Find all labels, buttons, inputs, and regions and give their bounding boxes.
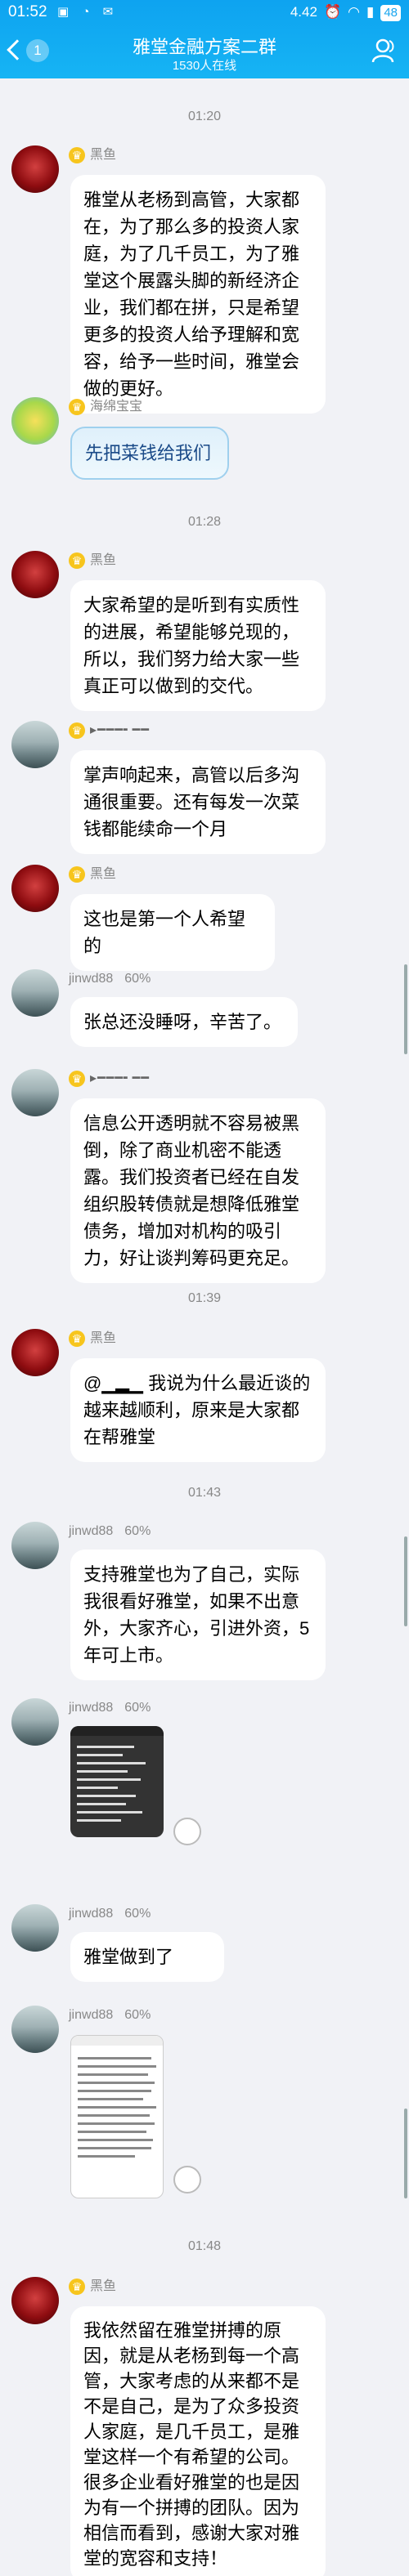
- sender-name: ♛ 黑鱼: [69, 147, 116, 163]
- message-bubble[interactable]: 支持雅堂也为了自己，实际我很看好雅堂，如果不出意外，大家齐心，引进外资，5年可上…: [70, 1550, 326, 1680]
- battery-icon: 48: [380, 4, 401, 21]
- message-bubble[interactable]: 张总还没睡呀，辛苦了。: [70, 997, 298, 1047]
- chat-title: 雅堂金融方案二群: [132, 37, 276, 57]
- emoji-reaction-icon[interactable]: [173, 1818, 201, 1845]
- crown-icon: ♛: [69, 147, 85, 163]
- sender-name: ♛ 黑鱼: [69, 552, 116, 569]
- sender-name: ♛ ▸━━━╸━━: [69, 722, 150, 739]
- alarm-icon: ⏰: [323, 4, 342, 20]
- avatar[interactable]: [11, 865, 59, 912]
- avatar[interactable]: [11, 2006, 59, 2053]
- avatar[interactable]: [11, 1329, 59, 1376]
- sender-name: ♛ 黑鱼: [69, 1330, 116, 1347]
- online-count: 1530人在线: [172, 59, 237, 73]
- crown-icon: ♛: [69, 866, 85, 883]
- timestamp: 01:28: [187, 515, 222, 529]
- crown-icon: ♛: [69, 552, 85, 569]
- status-notification-icons: ▣ ◔ ✉: [57, 5, 119, 19]
- sender-name: jinwd88 60%: [69, 1701, 151, 1715]
- avatar[interactable]: [11, 1069, 59, 1116]
- wifi-icon: ◠: [348, 4, 360, 20]
- top-bar: 01:52 ▣ ◔ ✉ 4.42 ⏰ ◠ ▮ 48 1 雅堂金融方案二群 1530人在线: [0, 0, 409, 78]
- timestamp: 01:43: [187, 1486, 222, 1500]
- message-bubble[interactable]: 先把菜钱给我们: [70, 427, 229, 480]
- crown-icon: ♛: [69, 1071, 85, 1087]
- message-bubble[interactable]: 掌声响起来，高管以后多沟通很重要。还有每发一次菜钱都能续命一个月: [70, 750, 326, 854]
- crown-icon: ♛: [69, 1330, 85, 1347]
- scrollbar[interactable]: [404, 1536, 407, 1626]
- avatar[interactable]: [11, 551, 59, 598]
- avatar[interactable]: [11, 397, 59, 445]
- avatar[interactable]: [11, 721, 59, 768]
- message-bubble[interactable]: @▁▂▁ 我说为什么最近谈的越来越顺利，原来是大家都在帮雅堂: [70, 1358, 326, 1462]
- avatar[interactable]: [11, 1904, 59, 1952]
- sender-name: jinwd88 60%: [69, 2008, 151, 2022]
- avatar[interactable]: [11, 1522, 59, 1569]
- sender-name: ♛ 海绵宝宝: [69, 399, 142, 415]
- timestamp: 01:48: [187, 2239, 222, 2253]
- crown-icon: ♛: [69, 2279, 85, 2295]
- sender-name: jinwd88 60%: [69, 1907, 151, 1921]
- avatar[interactable]: [11, 969, 59, 1017]
- message-bubble[interactable]: 我依然留在雅堂拼搏的原因，就是从老杨到每一个高管，大家考虑的从来都不是不是自己，…: [70, 2306, 326, 2576]
- image-message[interactable]: [70, 1726, 164, 1837]
- timestamp: 01:39: [187, 1291, 222, 1305]
- image-message[interactable]: [70, 2035, 164, 2198]
- emoji-reaction-icon[interactable]: [173, 2166, 201, 2194]
- crown-icon: ♛: [69, 399, 85, 415]
- message-bubble[interactable]: 雅堂从老杨到高管，大家都在，为了那么多的投资人家庭，为了几千员工，为了雅堂这个展…: [70, 175, 326, 414]
- scrollbar[interactable]: [404, 2109, 407, 2198]
- status-time: 01:52: [8, 3, 47, 20]
- sender-name: ♛ 黑鱼: [69, 866, 116, 883]
- avatar[interactable]: [11, 2277, 59, 2324]
- message-bubble[interactable]: 雅堂做到了: [70, 1932, 224, 1982]
- avatar[interactable]: [11, 1698, 59, 1746]
- avatar[interactable]: [11, 145, 59, 193]
- crown-icon: ♛: [69, 722, 85, 739]
- signal-icon: ▮: [366, 4, 375, 20]
- timestamp: 01:20: [187, 110, 222, 123]
- message-bubble[interactable]: 信息公开透明就不容易被黑倒，除了商业机密不能透露。我们投资者已经在自发组织股转债…: [70, 1098, 326, 1283]
- sender-name: jinwd88 60%: [69, 972, 151, 986]
- network-speed: 4.42: [290, 4, 317, 20]
- sender-name: ♛ ▸━━━╸━━: [69, 1071, 150, 1087]
- group-members-icon[interactable]: [370, 36, 399, 65]
- message-bubble[interactable]: 大家希望的是听到有实质性的进展，希望能够兑现的，所以，我们努力给大家一些真正可以…: [70, 580, 326, 711]
- message-bubble[interactable]: 这也是第一个人希望的: [70, 894, 275, 971]
- scrollbar[interactable]: [404, 964, 407, 1054]
- sender-name: ♛ 黑鱼: [69, 2279, 116, 2295]
- sender-name: jinwd88 60%: [69, 1524, 151, 1538]
- status-right: 4.42 ⏰ ◠ ▮ 48: [284, 0, 401, 25]
- status-bar: 01:52 ▣ ◔ ✉ 4.42 ⏰ ◠ ▮ 48: [0, 0, 409, 25]
